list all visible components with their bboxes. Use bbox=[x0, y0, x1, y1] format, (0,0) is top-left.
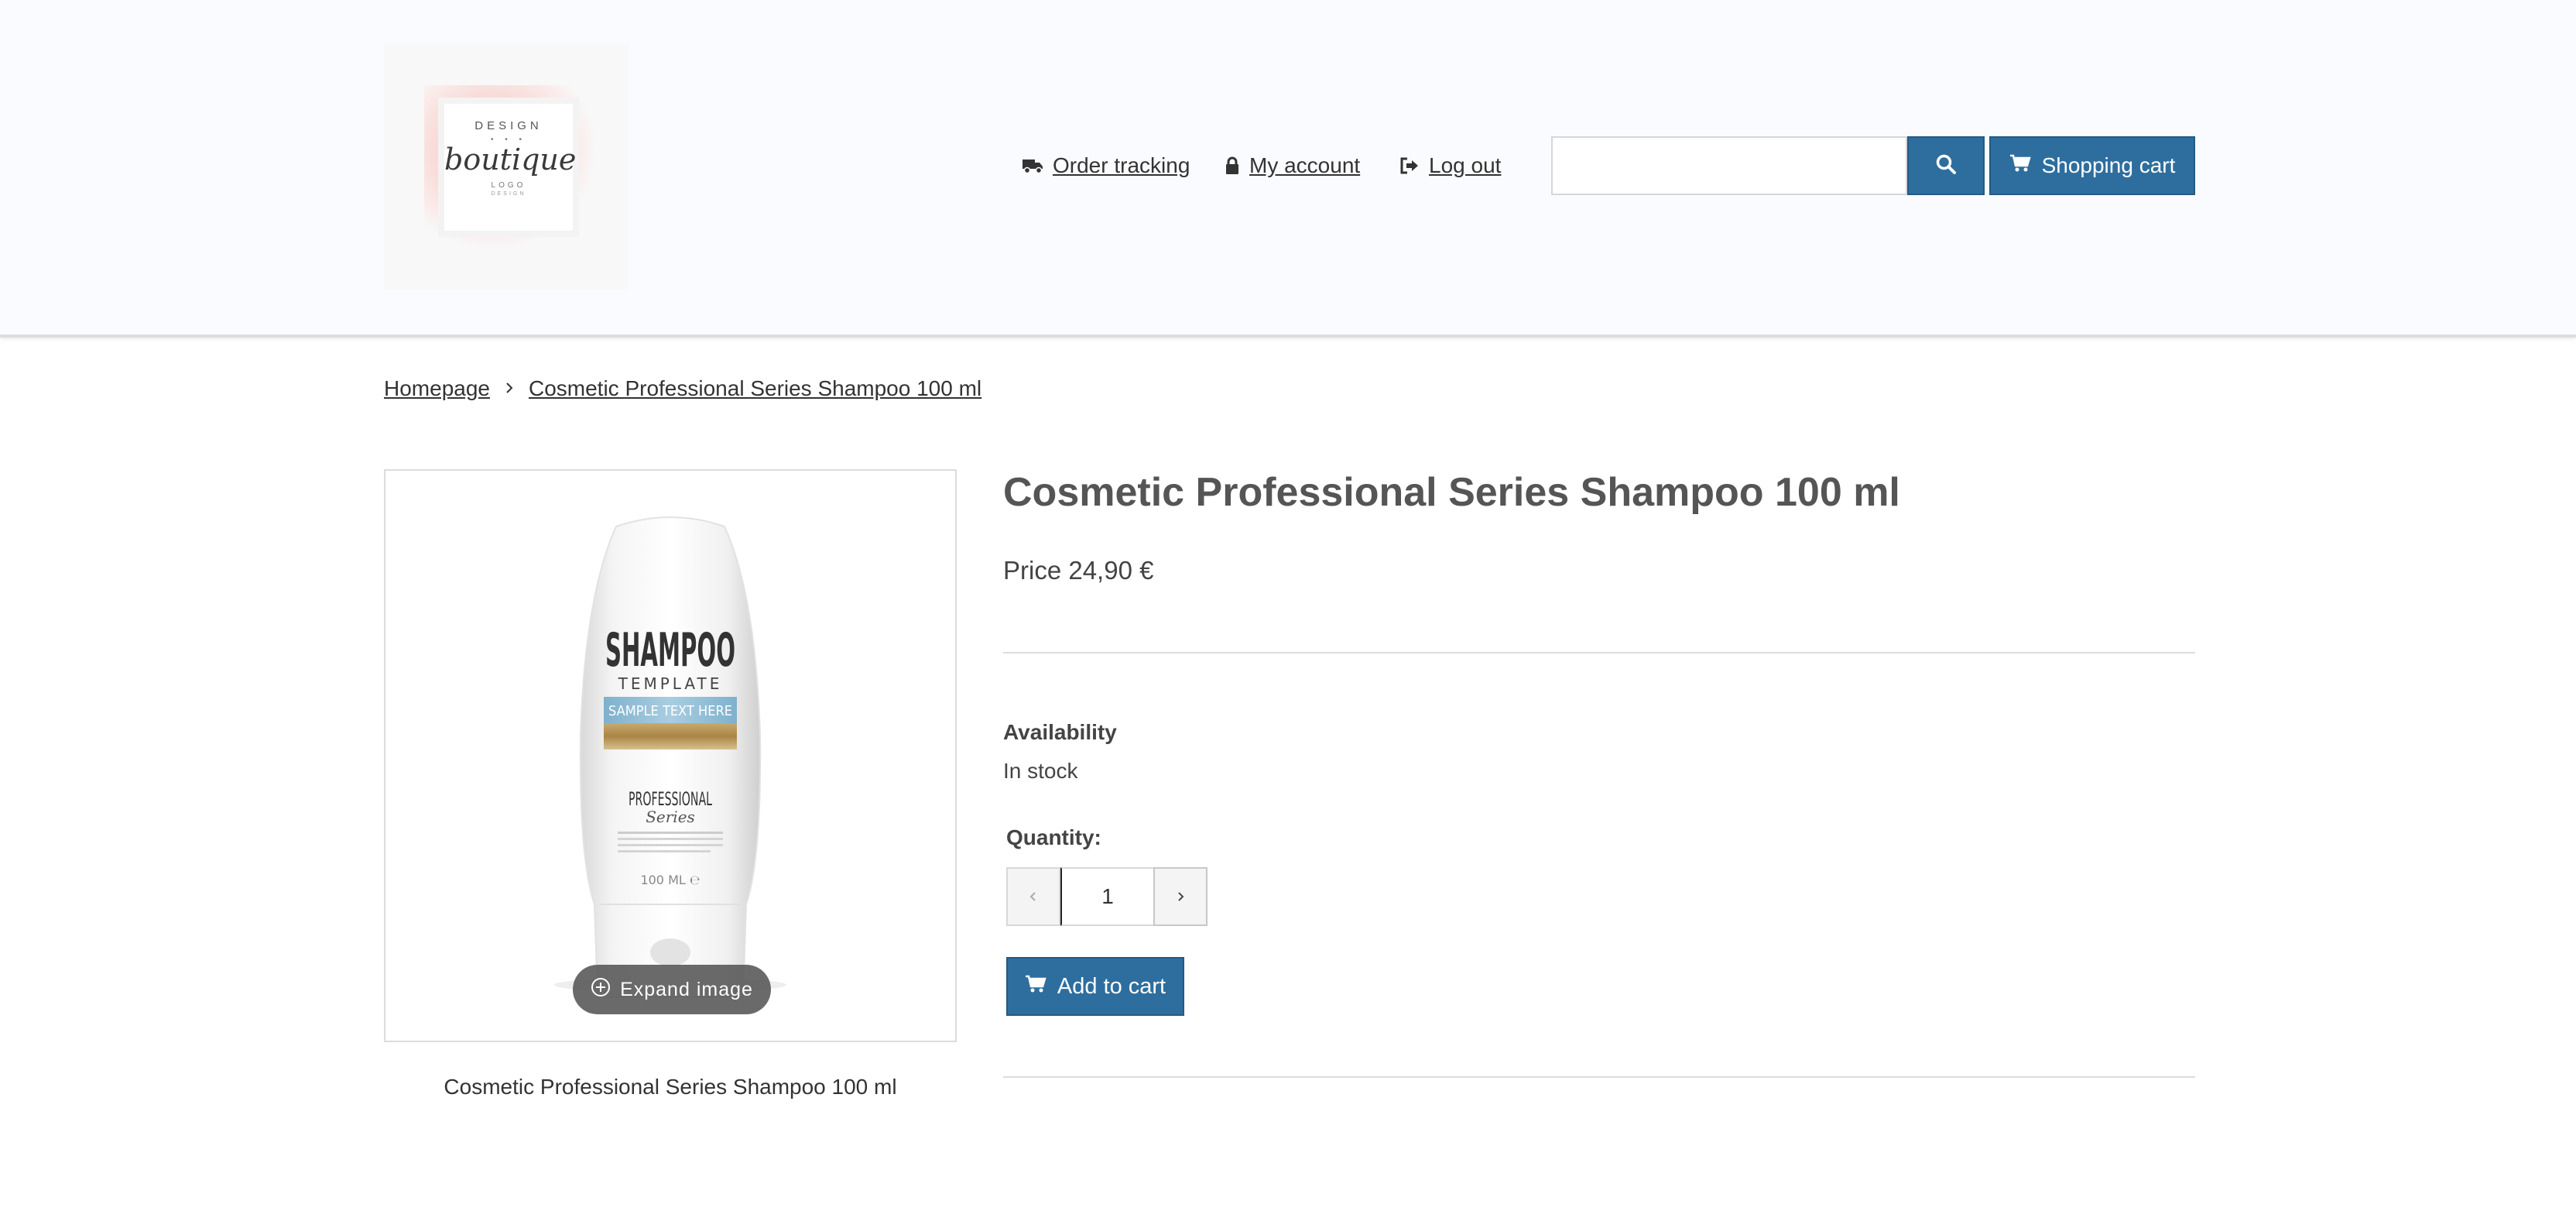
quantity-label: Quantity: bbox=[1006, 825, 1101, 849]
site-logo[interactable]: DESIGN • • • boutique LOGO DESIGN bbox=[384, 45, 629, 290]
product-image-frame[interactable]: SHAMPOO TEMPLATE SAMPLE TEXT HERE PROFES… bbox=[384, 469, 957, 1042]
availability-value: In stock bbox=[1003, 759, 1078, 783]
log-out-link[interactable]: Log out bbox=[1399, 150, 1501, 181]
expand-image-label: Expand image bbox=[620, 978, 753, 1000]
breadcrumb: Homepage Cosmetic Professional Series Sh… bbox=[384, 373, 981, 404]
quantity-increase-button[interactable] bbox=[1153, 867, 1208, 926]
my-account-link[interactable]: My account bbox=[1225, 150, 1360, 181]
logo-line-design: DESIGN bbox=[474, 119, 543, 132]
bottle-series-script: Series bbox=[646, 808, 695, 826]
chevron-right-icon bbox=[1176, 884, 1185, 909]
my-account-label: My account bbox=[1249, 153, 1361, 177]
product-image: SHAMPOO TEMPLATE SAMPLE TEXT HERE PROFES… bbox=[554, 516, 786, 998]
shopping-cart-button[interactable]: Shopping cart bbox=[1989, 136, 2195, 195]
product-price: Price 24,90 € bbox=[1003, 556, 1154, 585]
bottle-band-text: SAMPLE TEXT HERE bbox=[608, 703, 732, 719]
divider-bottom bbox=[1003, 1076, 2195, 1078]
log-out-label: Log out bbox=[1429, 153, 1502, 177]
expand-image-button[interactable]: Expand image bbox=[573, 965, 771, 1014]
breadcrumb-home-link[interactable]: Homepage bbox=[384, 376, 490, 401]
product-title: Cosmetic Professional Series Shampoo 100… bbox=[1003, 470, 1900, 515]
quantity-input[interactable] bbox=[1060, 867, 1155, 926]
order-tracking-label: Order tracking bbox=[1053, 153, 1190, 177]
shopping-cart-label: Shopping cart bbox=[2041, 153, 2176, 177]
add-to-cart-label: Add to cart bbox=[1057, 973, 1166, 999]
product-image-caption: Cosmetic Professional Series Shampoo 100… bbox=[444, 1075, 897, 1099]
truck-icon bbox=[1022, 157, 1043, 174]
shopping-cart-icon bbox=[2009, 153, 2031, 178]
logo-box: DESIGN • • • boutique LOGO DESIGN bbox=[444, 104, 577, 231]
bottle-subtitle-text: TEMPLATE bbox=[618, 674, 723, 693]
search-icon bbox=[1935, 153, 1957, 179]
availability-label: Availability bbox=[1003, 720, 1117, 744]
shopping-cart-icon bbox=[1025, 974, 1046, 1000]
logo-line-design-small: DESIGN bbox=[491, 191, 526, 197]
logo-line-logo: LOGO bbox=[491, 181, 526, 190]
plus-circle-icon bbox=[591, 977, 611, 1003]
bottle-brand-text: SHAMPOO bbox=[605, 623, 735, 677]
add-to-cart-button[interactable]: Add to cart bbox=[1006, 957, 1184, 1016]
order-tracking-link[interactable]: Order tracking bbox=[1022, 150, 1190, 181]
breadcrumb-current-link[interactable]: Cosmetic Professional Series Shampoo 100… bbox=[529, 376, 981, 401]
quantity-decrease-button[interactable] bbox=[1006, 867, 1060, 926]
chevron-right-icon bbox=[504, 376, 515, 401]
search-input[interactable] bbox=[1551, 136, 1907, 195]
bottle-series-text: PROFESSIONAL bbox=[629, 788, 712, 810]
site-header: DESIGN • • • boutique LOGO DESIGN Order … bbox=[0, 0, 2576, 338]
logo-script-boutique: boutique bbox=[444, 142, 577, 177]
bottle-volume-text: 100 ML ℮ bbox=[640, 873, 700, 887]
search-button[interactable] bbox=[1907, 136, 1985, 195]
chevron-left-icon bbox=[1029, 884, 1038, 909]
lock-icon bbox=[1225, 156, 1240, 175]
divider-top bbox=[1003, 652, 2195, 653]
sign-out-icon bbox=[1399, 157, 1420, 174]
